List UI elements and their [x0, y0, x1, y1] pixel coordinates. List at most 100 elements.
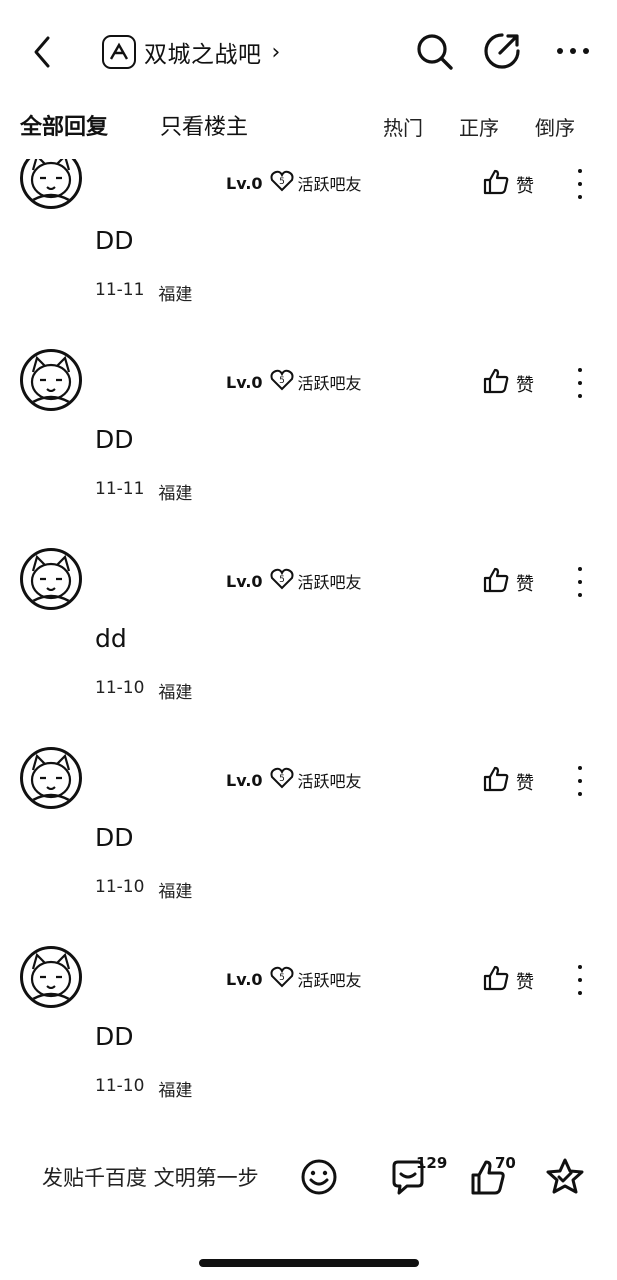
- reply-location: 福建: [158, 882, 193, 902]
- more-vertical-icon: [578, 368, 582, 372]
- user-level: Lv.0: [226, 571, 263, 591]
- svg-text:5: 5: [279, 177, 285, 187]
- thumbs-up-icon: [482, 765, 510, 798]
- user-level: Lv.0: [226, 372, 263, 392]
- badge-icon: 5: [269, 170, 295, 196]
- avatar[interactable]: [20, 747, 82, 809]
- user-meta: Lv.0 5 活跃吧友: [226, 767, 362, 793]
- reply-more-button[interactable]: [570, 965, 590, 995]
- like-reply-button[interactable]: 赞: [482, 367, 534, 400]
- member-badge: 5 活跃吧友: [269, 966, 362, 992]
- reply-more-button[interactable]: [570, 368, 590, 398]
- sort-ascending[interactable]: 正序: [459, 108, 499, 148]
- like-label: 赞: [516, 971, 534, 993]
- emoji-button[interactable]: [298, 1156, 340, 1198]
- svg-text:5: 5: [279, 774, 285, 784]
- reply-location: 福建: [158, 484, 193, 504]
- reply-date: 11-10: [95, 1076, 145, 1096]
- reply-location: 福建: [158, 683, 193, 703]
- user-meta: Lv.0 5 活跃吧友: [226, 568, 362, 594]
- svg-text:5: 5: [279, 973, 285, 983]
- reply-item: Lv.0 5 活跃吧友 赞 DD 11-10 福建: [0, 946, 617, 1145]
- more-vertical-icon: [578, 965, 582, 969]
- reply-content: DD: [95, 226, 134, 255]
- reply-more-button[interactable]: [570, 169, 590, 199]
- badge-icon: 5: [269, 767, 295, 793]
- member-badge-label: 活跃吧友: [297, 772, 362, 791]
- badge-icon: 5: [269, 966, 295, 992]
- reply-date: 11-10: [95, 877, 145, 897]
- member-badge-label: 活跃吧友: [297, 175, 362, 194]
- top-navigation-bar: 双城之战吧 ›: [0, 0, 617, 100]
- reply-info: 11-11 福建: [95, 280, 192, 305]
- reply-content: DD: [95, 1022, 134, 1051]
- avatar[interactable]: [20, 349, 82, 411]
- like-reply-button[interactable]: 赞: [482, 964, 534, 997]
- like-label: 赞: [516, 772, 534, 794]
- reply-location: 福建: [158, 1081, 193, 1101]
- member-badge: 5 活跃吧友: [269, 568, 362, 594]
- forum-title-link[interactable]: 双城之战吧 ›: [102, 34, 280, 70]
- reply-more-button[interactable]: [570, 567, 590, 597]
- reply-content: DD: [95, 823, 134, 852]
- sort-descending[interactable]: 倒序: [535, 108, 575, 148]
- more-vertical-icon: [578, 766, 582, 770]
- like-reply-button[interactable]: 赞: [482, 566, 534, 599]
- reply-item: Lv.0 5 活跃吧友 赞 DD 11-10 福建: [0, 747, 617, 946]
- reply-info: 11-10 福建: [95, 877, 192, 902]
- more-horizontal-icon: [557, 48, 589, 54]
- svg-text:5: 5: [279, 376, 285, 386]
- reply-more-button[interactable]: [570, 766, 590, 796]
- tab-only-op[interactable]: 只看楼主: [160, 108, 248, 148]
- avatar[interactable]: [20, 946, 82, 1008]
- sort-hot[interactable]: 热门: [383, 108, 423, 148]
- thumbs-up-icon: [482, 367, 510, 400]
- user-meta: Lv.0 5 活跃吧友: [226, 369, 362, 395]
- chevron-left-icon: [34, 36, 50, 68]
- badge-icon: 5: [269, 568, 295, 594]
- search-icon: [417, 34, 453, 70]
- reply-date: 11-10: [95, 678, 145, 698]
- avatar[interactable]: [20, 548, 82, 610]
- reply-date: 11-11: [95, 479, 145, 499]
- member-badge: 5 活跃吧友: [269, 767, 362, 793]
- share-button[interactable]: [481, 30, 523, 72]
- user-meta: Lv.0 5 活跃吧友: [226, 966, 362, 992]
- reply-location: 福建: [158, 285, 193, 305]
- reply-input[interactable]: 发贴千百度 文明第一步: [42, 1162, 259, 1192]
- tab-all-replies[interactable]: 全部回复: [20, 108, 108, 148]
- favorite-button[interactable]: [544, 1156, 586, 1198]
- user-level: Lv.0: [226, 173, 263, 193]
- reply-filter-tabs: 全部回复 只看楼主 热门 正序 倒序: [0, 108, 617, 152]
- avatar[interactable]: [20, 159, 82, 209]
- more-options-button[interactable]: [552, 30, 594, 72]
- like-reply-button[interactable]: 赞: [482, 168, 534, 201]
- thumbs-up-icon: [482, 168, 510, 201]
- svg-text:5: 5: [279, 575, 285, 585]
- chevron-right-icon: ›: [271, 39, 281, 65]
- user-meta: Lv.0 5 活跃吧友: [226, 170, 362, 196]
- member-badge-label: 活跃吧友: [297, 374, 362, 393]
- user-level: Lv.0: [226, 969, 263, 989]
- back-button[interactable]: [26, 34, 58, 70]
- more-vertical-icon: [578, 169, 582, 173]
- member-badge: 5 活跃吧友: [269, 170, 362, 196]
- reply-item: Lv.0 5 活跃吧友 赞 DD 11-11 福建: [0, 349, 617, 548]
- home-indicator[interactable]: [199, 1259, 419, 1267]
- star-icon: [546, 1158, 584, 1194]
- search-button[interactable]: [413, 30, 455, 72]
- reply-item: Lv.0 5 活跃吧友 赞 DD 11-11 福建: [0, 150, 617, 349]
- reply-content: DD: [95, 425, 134, 454]
- member-badge-label: 活跃吧友: [297, 573, 362, 592]
- reply-info: 11-10 福建: [95, 1076, 192, 1101]
- reply-content: dd: [95, 624, 127, 653]
- forum-logo-icon: [102, 35, 136, 69]
- user-level: Lv.0: [226, 770, 263, 790]
- like-count: 70: [495, 1154, 516, 1172]
- reply-info: 11-11 福建: [95, 479, 192, 504]
- like-reply-button[interactable]: 赞: [482, 765, 534, 798]
- forum-name: 双城之战吧: [144, 42, 262, 68]
- comment-count: 129: [416, 1154, 448, 1172]
- reply-item: Lv.0 5 活跃吧友 赞 dd 11-10 福建: [0, 548, 617, 747]
- badge-icon: 5: [269, 369, 295, 395]
